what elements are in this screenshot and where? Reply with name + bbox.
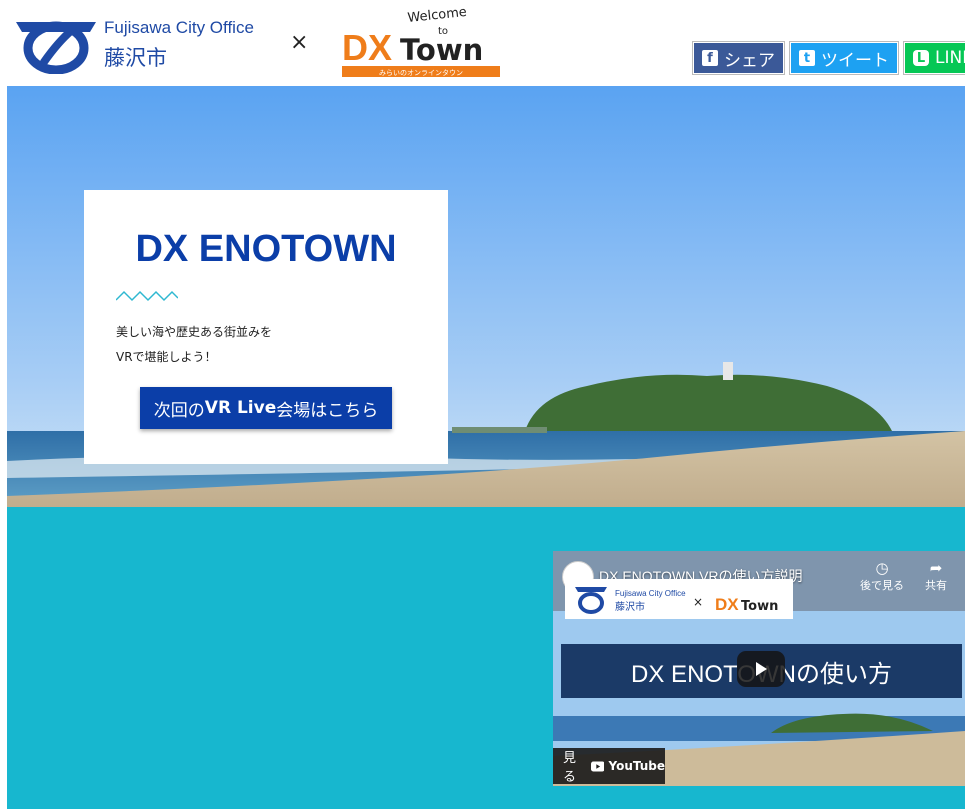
play-icon: [756, 662, 767, 676]
video-share-label: 共有: [925, 579, 947, 592]
video-inner-dx: DX: [715, 595, 739, 614]
cta-suffix: 会場はこちら: [276, 400, 379, 421]
cross-symbol: ×: [290, 30, 309, 55]
watch-on-label: 見る: [563, 751, 577, 785]
watch-later-button[interactable]: ◷ 後で見る: [860, 559, 904, 593]
logo-dx: DX: [342, 27, 392, 68]
line-share-label: LINE: [935, 48, 965, 68]
line-share-button[interactable]: L LINE: [904, 42, 965, 74]
video-inner-times: ×: [693, 595, 703, 609]
hero-description: 美しい海や歴史ある街並みを VRで堪能しよう！: [116, 320, 272, 370]
wave-decoration-icon: [116, 290, 178, 302]
video-inner-logo-art: Fujisawa City Office 藤沢市 × DX Town: [575, 587, 778, 614]
video-inner-town: Town: [741, 599, 778, 614]
watch-later-label: 後で見る: [860, 579, 904, 592]
vr-live-venue-button[interactable]: 次回の VR Live 会場はこちら: [140, 387, 392, 429]
twitter-icon: t: [799, 50, 815, 66]
logo-tagline: みらいのオンラインタウン: [379, 68, 463, 77]
video-inner-city-jp: 藤沢市: [615, 600, 645, 613]
city-name-en: Fujisawa City Office: [104, 18, 254, 37]
site-header: Fujisawa City Office 藤沢市 × Welcome to DX…: [0, 0, 965, 86]
line-icon: L: [913, 50, 929, 66]
city-name-jp: 藤沢市: [104, 46, 167, 70]
youtube-icon: [590, 761, 605, 771]
fujisawa-city-emblem[interactable]: [14, 12, 98, 74]
facebook-icon: f: [702, 50, 718, 66]
youtube-label: YouTube: [608, 759, 665, 773]
watch-on-youtube-button[interactable]: 見る YouTube: [553, 748, 665, 785]
logo-welcome: Welcome: [407, 8, 468, 26]
youtube-embed[interactable]: DX ENOTOWN VRの使い方説明 ◷ 後で見る ➦ 共有 Fujisawa…: [553, 551, 965, 786]
cta-prefix: 次回の: [153, 400, 205, 421]
video-inner-city-en: Fujisawa City Office: [615, 589, 686, 598]
facebook-share-button[interactable]: f シェア: [693, 42, 784, 74]
play-button[interactable]: [737, 651, 785, 687]
hero-title: DX ENOTOWN: [135, 228, 397, 270]
hero-description-line1: 美しい海や歴史ある街並みを: [116, 325, 273, 339]
twitter-tweet-label: ツイート: [821, 50, 889, 71]
dx-town-logo[interactable]: Welcome to DX Town みらいのオンラインタウン: [342, 8, 500, 78]
share-buttons: f シェア t ツイート L LINE: [693, 42, 965, 74]
video-inner-logo: Fujisawa City Office 藤沢市 × DX Town: [565, 579, 793, 619]
cta-bold: VR Live: [204, 398, 277, 418]
hero-info-card: DX ENOTOWN 美しい海や歴史ある街並みを VRで堪能しよう！ 次回の V…: [84, 190, 448, 464]
video-share-button[interactable]: ➦ 共有: [925, 559, 947, 593]
facebook-share-label: シェア: [724, 50, 775, 71]
twitter-tweet-button[interactable]: t ツイート: [790, 42, 898, 74]
share-arrow-icon: ➦: [929, 559, 943, 577]
hero-description-line2: VRで堪能しよう！: [116, 350, 217, 364]
logo-town: Town: [400, 33, 483, 67]
clock-icon: ◷: [875, 559, 889, 577]
